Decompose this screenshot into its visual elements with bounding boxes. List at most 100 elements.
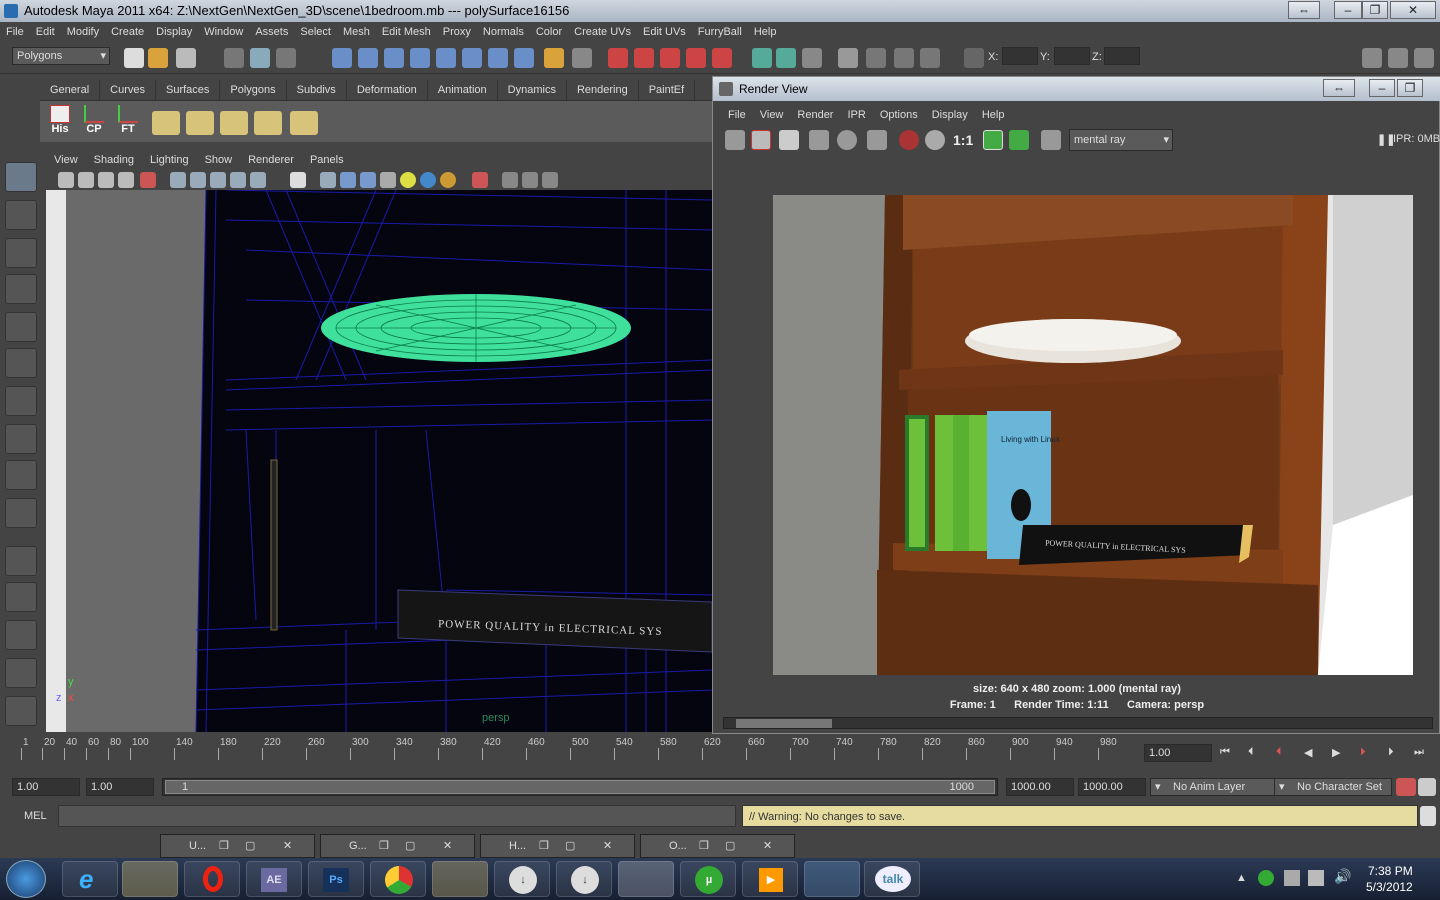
open-scene-icon[interactable]	[148, 48, 168, 68]
checker-icon[interactable]	[380, 172, 396, 188]
move-tool-icon[interactable]	[5, 274, 37, 304]
isolate-select-icon[interactable]	[472, 172, 488, 188]
poly-plane-icon[interactable]	[186, 111, 214, 135]
render-view-minimize-button[interactable]: –	[1369, 79, 1395, 97]
panel-menu-panels[interactable]: Panels	[310, 154, 344, 166]
mel-input[interactable]	[58, 805, 736, 827]
input-ops-icon[interactable]	[488, 48, 508, 68]
rv-menu-display[interactable]: Display	[932, 109, 968, 121]
range-handle[interactable]: 1 1000	[165, 780, 995, 794]
menu-help[interactable]: Help	[754, 26, 777, 38]
folder-icon[interactable]	[432, 861, 488, 897]
tab-surfaces[interactable]: Surfaces	[156, 80, 221, 100]
rotate-tool-icon[interactable]	[5, 312, 37, 342]
outliner-layout-icon[interactable]	[5, 620, 37, 650]
start-button[interactable]	[6, 860, 46, 898]
step-back-key-icon[interactable]: ⏴	[1276, 746, 1282, 759]
maximize-button[interactable]: ❐	[1362, 1, 1388, 19]
go-to-start-icon[interactable]: ⏮	[1220, 746, 1230, 759]
remove-image-icon[interactable]	[1009, 130, 1029, 150]
snap-grid-icon[interactable]	[332, 48, 352, 68]
snap-view-icon[interactable]	[410, 48, 430, 68]
rgb-channel-icon[interactable]	[899, 130, 919, 150]
panel-menu-lighting[interactable]: Lighting	[150, 154, 189, 166]
lock-icon[interactable]	[544, 48, 564, 68]
mel-label[interactable]: MEL	[24, 810, 47, 822]
keep-image-icon[interactable]	[983, 130, 1003, 150]
snap-point-icon[interactable]	[384, 48, 404, 68]
tray-utorrent-icon[interactable]	[1258, 870, 1274, 886]
shelf-button-freeze-transforms[interactable]: FT	[114, 105, 142, 139]
cube-shade-icon[interactable]	[340, 172, 356, 188]
maximize-icon[interactable]: ▢	[245, 835, 255, 857]
poly-grid-icon[interactable]	[220, 111, 248, 135]
render-globals-icon[interactable]	[1041, 130, 1061, 150]
close-icon[interactable]: ✕	[603, 835, 612, 857]
display-layers-icon[interactable]	[838, 48, 858, 68]
gtalk-icon[interactable]: talk	[864, 861, 920, 897]
minimized-window-2[interactable]: G... ❐ ▢ ✕	[320, 834, 475, 858]
menu-create-uvs[interactable]: Create UVs	[574, 26, 631, 38]
snap-surface-icon[interactable]	[436, 48, 456, 68]
alpha-channel-icon[interactable]	[925, 130, 945, 150]
end-time-field[interactable]: 1000.00	[1078, 778, 1146, 796]
current-time-field[interactable]: 1.00	[1144, 744, 1212, 762]
four-view-layout-icon[interactable]	[5, 582, 37, 612]
download-icon[interactable]: ↓	[494, 861, 550, 897]
utorrent-icon[interactable]: µ	[680, 861, 736, 897]
shadows-icon[interactable]	[440, 172, 456, 188]
tab-subdivs[interactable]: Subdivs	[287, 80, 347, 100]
start-time-field[interactable]: 1.00	[12, 778, 80, 796]
tab-curves[interactable]: Curves	[100, 80, 156, 100]
help-icon[interactable]	[514, 48, 534, 68]
character-set-dropdown[interactable]: ▾ No Character Set	[1274, 778, 1392, 796]
time-slider[interactable]: 1 20 40 60 80 100 140 180 220 260 300 340 380 420 460 5…	[0, 734, 1440, 774]
explorer-icon[interactable]	[122, 861, 178, 897]
attr-editor-toggle-icon[interactable]	[1362, 48, 1382, 68]
hypershade-layout-icon[interactable]	[5, 696, 37, 726]
poly-extrude-icon[interactable]	[254, 111, 282, 135]
render-region-icon[interactable]	[712, 48, 732, 68]
menu-display[interactable]: Display	[156, 26, 192, 38]
tool-settings-icon[interactable]	[776, 48, 796, 68]
poly-bevel-icon[interactable]	[290, 111, 318, 135]
render-region-icon[interactable]	[751, 130, 771, 150]
scroll-thumb[interactable]	[736, 719, 832, 728]
playback-end-field[interactable]: 1000.00	[1006, 778, 1074, 796]
rv-menu-file[interactable]: File	[728, 109, 746, 121]
bookmark-icon[interactable]	[98, 172, 114, 188]
menu-mesh[interactable]: Mesh	[343, 26, 370, 38]
menu-window[interactable]: Window	[204, 26, 243, 38]
panel-menu-show[interactable]: Show	[205, 154, 233, 166]
render-view-maximize-button[interactable]: ❐	[1397, 79, 1423, 97]
play-backwards-icon[interactable]: ◀	[1304, 746, 1312, 759]
attribute-editor-icon[interactable]	[752, 48, 772, 68]
tab-dynamics[interactable]: Dynamics	[498, 80, 567, 100]
minimized-window-4[interactable]: O... ❐ ▢ ✕	[640, 834, 795, 858]
soft-mod-icon[interactable]	[5, 424, 37, 454]
select-hierarchy-icon[interactable]	[224, 48, 244, 68]
wireframe-icon[interactable]	[170, 172, 186, 188]
tray-network-icon[interactable]	[1284, 870, 1300, 886]
maximize-icon[interactable]: ▢	[405, 835, 415, 857]
xray-icon[interactable]	[250, 172, 266, 188]
snap-live-icon[interactable]	[462, 48, 482, 68]
anim-layer-dropdown[interactable]: ▾ No Anim Layer	[1150, 778, 1286, 796]
play-forwards-icon[interactable]: ▶	[1332, 746, 1340, 759]
select-mask-icon[interactable]	[572, 48, 592, 68]
minimized-window-1[interactable]: U... ❐ ▢ ✕	[160, 834, 315, 858]
tab-deformation[interactable]: Deformation	[347, 80, 428, 100]
rv-menu-ipr[interactable]: IPR	[847, 109, 865, 121]
redo-render-icon[interactable]	[725, 130, 745, 150]
menu-edit-uvs[interactable]: Edit UVs	[643, 26, 686, 38]
last-tool-icon[interactable]	[5, 498, 37, 528]
scale-tool-icon[interactable]	[5, 348, 37, 378]
shelf-button-center-pivot[interactable]: CP	[80, 105, 108, 139]
restore-icon[interactable]: ❐	[699, 835, 709, 857]
rendered-image[interactable]: Living with Linux POWER QUALITY in ELECT…	[773, 195, 1413, 675]
y-field[interactable]	[1054, 47, 1090, 65]
menu-normals[interactable]: Normals	[483, 26, 524, 38]
step-forward-key-icon[interactable]: ⏵	[1360, 746, 1366, 759]
snap-curve-icon[interactable]	[358, 48, 378, 68]
mode-dropdown[interactable]: Polygons ▾	[12, 47, 110, 65]
